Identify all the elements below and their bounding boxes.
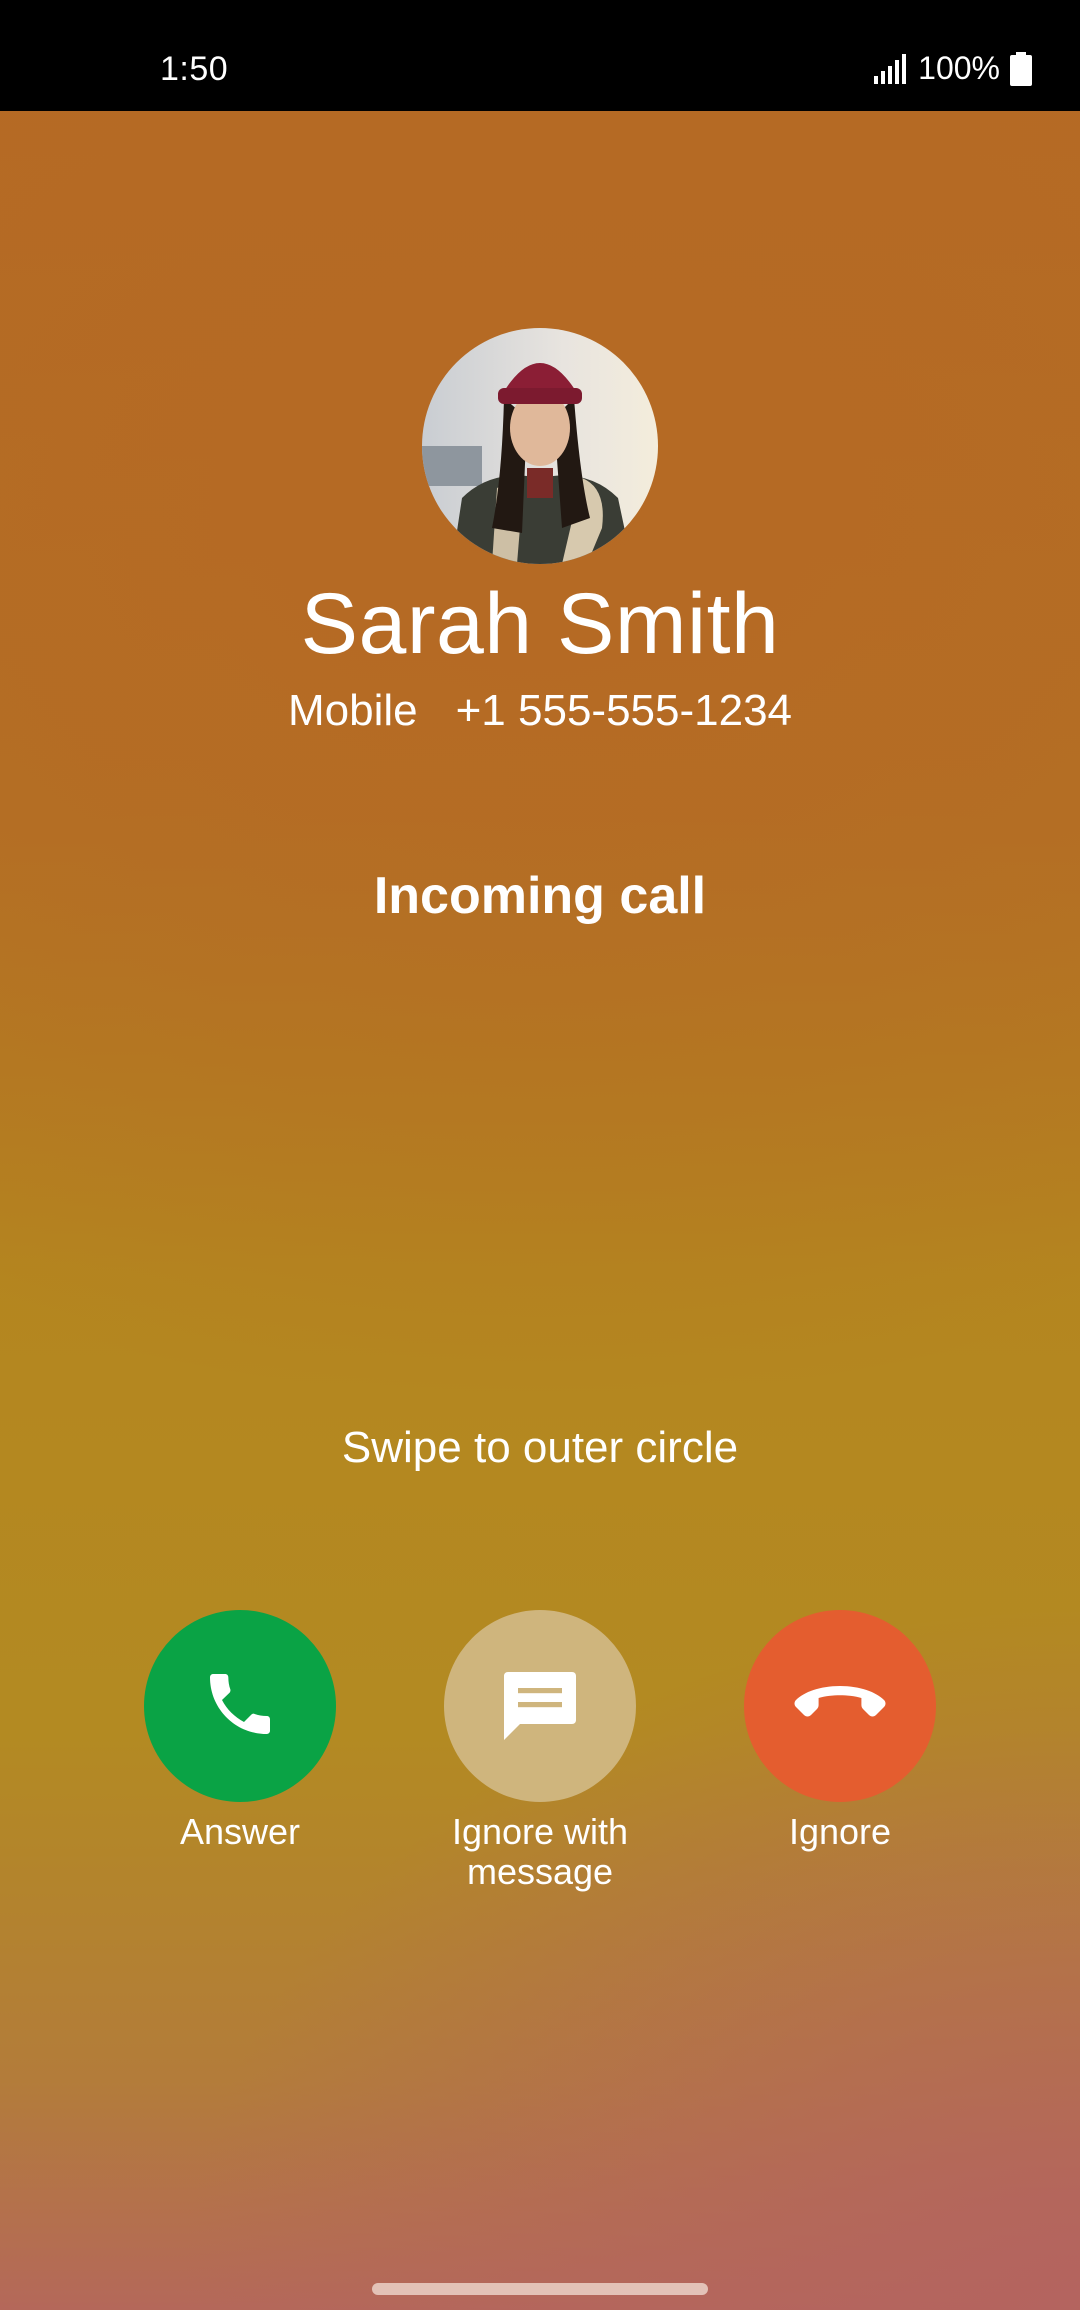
- ignore-with-message-button[interactable]: [444, 1610, 636, 1802]
- status-time: 1:50: [160, 50, 229, 88]
- call-state: Incoming call: [373, 867, 707, 925]
- battery-full-icon: [1010, 51, 1032, 86]
- phone-icon: [200, 1664, 280, 1749]
- status-bar: 1:50 100%: [0, 0, 1080, 111]
- battery-percent: 100%: [918, 50, 1000, 86]
- caller-number-line: Mobile +1 555-555-1234: [0, 686, 1080, 736]
- ignore-with-message-label: Ignore with message: [451, 1811, 629, 1892]
- ignore-label: Ignore: [788, 1811, 892, 1852]
- ignore-button[interactable]: [744, 1610, 936, 1802]
- caller-name: Sarah Smith: [300, 576, 780, 672]
- contact-photo: [422, 328, 658, 564]
- status-indicators: 100%: [874, 50, 1032, 87]
- cell-signal-icon: [874, 53, 908, 84]
- ignore-with-message-action[interactable]: Ignore with message: [390, 1610, 690, 1892]
- ignore-action[interactable]: Ignore: [690, 1610, 990, 1852]
- message-icon: [492, 1656, 588, 1757]
- swipe-hint: Swipe to outer circle: [341, 1423, 739, 1472]
- hang-up-icon: [790, 1674, 890, 1739]
- answer-button[interactable]: [144, 1610, 336, 1802]
- number-type: Mobile: [287, 686, 418, 735]
- phone-number: +1 555-555-1234: [455, 686, 793, 735]
- incoming-call-screen: 1:50 100% Sarah Smith Mobile +1 555-555-…: [0, 0, 1080, 2310]
- home-indicator[interactable]: [372, 2283, 708, 2295]
- answer-label: Answer: [179, 1811, 301, 1852]
- answer-action[interactable]: Answer: [90, 1610, 390, 1852]
